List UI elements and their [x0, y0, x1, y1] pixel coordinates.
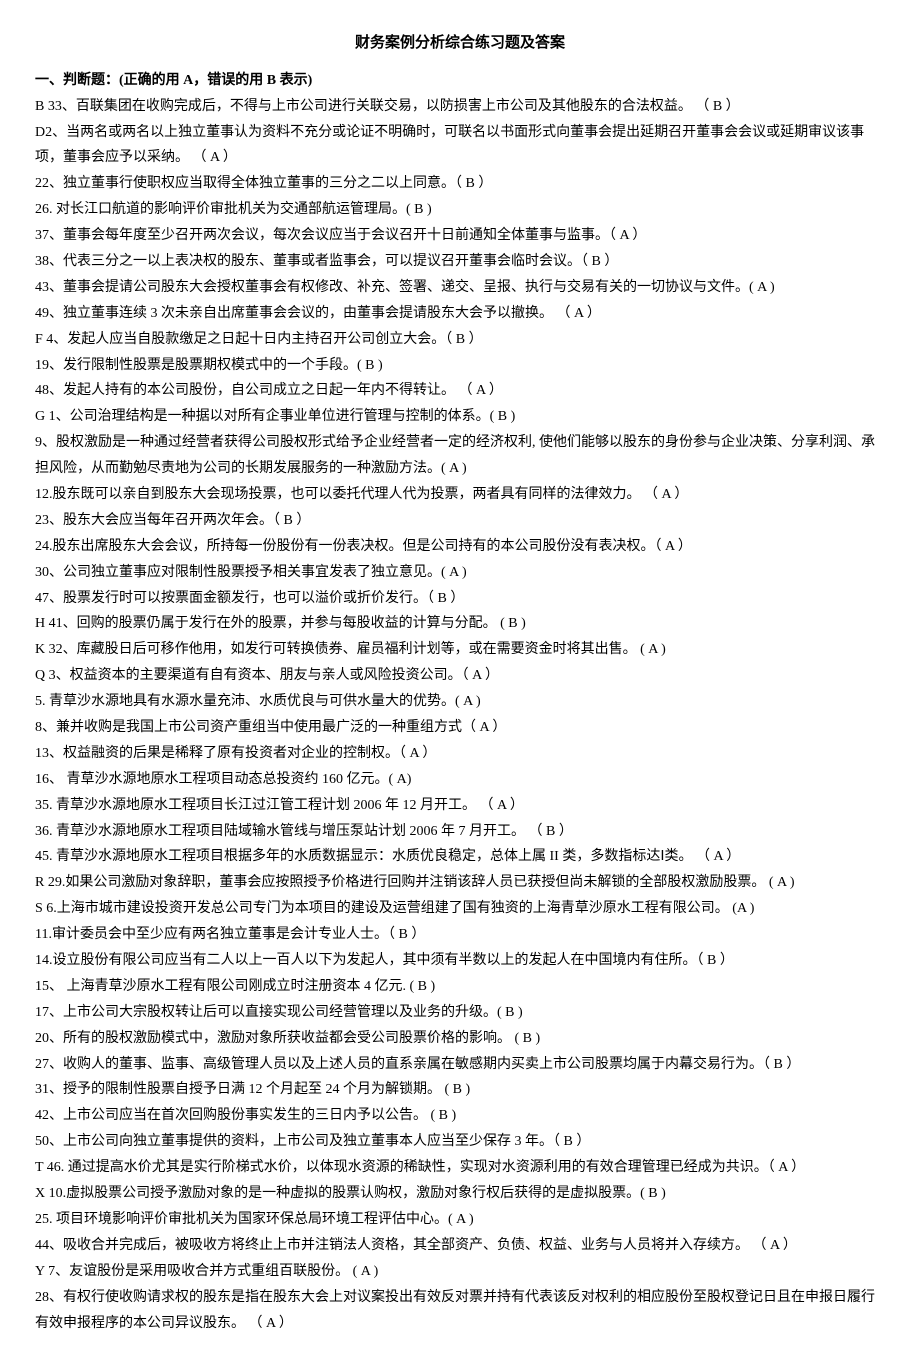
question-item: 20、所有的股权激励模式中，激励对象所获收益都会受公司股票价格的影响。 ( B …: [35, 1026, 885, 1052]
question-item: 13、权益融资的后果是稀释了原有投资者对企业的控制权。（ A ）: [35, 741, 885, 767]
question-item: Y 7、友谊股份是采用吸收合并方式重组百联股份。 ( A ): [35, 1259, 885, 1285]
question-item: 49、独立董事连续 3 次未亲自出席董事会会议的，由董事会提请股东大会予以撤换。…: [35, 301, 885, 327]
question-item: X 10.虚拟股票公司授予激励对象的是一种虚拟的股票认购权，激励对象行权后获得的…: [35, 1181, 885, 1207]
question-item: 17、上市公司大宗股权转让后可以直接实现公司经营管理以及业务的升级。( B ): [35, 1000, 885, 1026]
question-item: 44、吸收合并完成后，被吸收方将终止上市并注销法人资格，其全部资产、负债、权益、…: [35, 1233, 885, 1259]
question-item: B 33、百联集团在收购完成后，不得与上市公司进行关联交易，以防损害上市公司及其…: [35, 94, 885, 120]
question-item: G 1、公司治理结构是一种据以对所有企事业单位进行管理与控制的体系。( B ): [35, 404, 885, 430]
question-item: 30、公司独立董事应对限制性股票授予相关事宜发表了独立意见。( A ): [35, 560, 885, 586]
question-item: 48、发起人持有的本公司股份，自公司成立之日起一年内不得转让。 （ A ）: [35, 378, 885, 404]
question-item: 15、 上海青草沙原水工程有限公司刚成立时注册资本 4 亿元. ( B ): [35, 974, 885, 1000]
question-item: Q 3、权益资本的主要渠道有自有资本、朋友与亲人或风险投资公司。（ A ）: [35, 663, 885, 689]
question-item: 31、授予的限制性股票自授予日满 12 个月起至 24 个月为解锁期。 ( B …: [35, 1077, 885, 1103]
question-item: 12.股东既可以亲自到股东大会现场投票，也可以委托代理人代为投票，两者具有同样的…: [35, 482, 885, 508]
question-item: 9、股权激励是一种通过经营者获得公司股权形式给予企业经营者一定的经济权利, 使他…: [35, 430, 885, 482]
question-item: K 32、库藏股日后可移作他用，如发行可转换债券、雇员福利计划等，或在需要资金时…: [35, 637, 885, 663]
question-item: 26. 对长江口航道的影响评价审批机关为交通部航运管理局。( B ): [35, 197, 885, 223]
question-item: 28、有权行使收购请求权的股东是指在股东大会上对议案投出有效反对票并持有代表该反…: [35, 1285, 885, 1337]
questions-list: B 33、百联集团在收购完成后，不得与上市公司进行关联交易，以防损害上市公司及其…: [35, 94, 885, 1337]
question-item: D2、当两名或两名以上独立董事认为资料不充分或论证不明确时，可联名以书面形式向董…: [35, 120, 885, 172]
question-item: 11.审计委员会中至少应有两名独立董事是会计专业人士。（ B ）: [35, 922, 885, 948]
question-item: 38、代表三分之一以上表决权的股东、董事或者监事会，可以提议召开董事会临时会议。…: [35, 249, 885, 275]
question-item: 37、董事会每年度至少召开两次会议，每次会议应当于会议召开十日前通知全体董事与监…: [35, 223, 885, 249]
question-item: 22、独立董事行使职权应当取得全体独立董事的三分之二以上同意。（ B ）: [35, 171, 885, 197]
question-item: 24.股东出席股东大会会议，所持每一份股份有一份表决权。但是公司持有的本公司股份…: [35, 534, 885, 560]
question-item: R 29.如果公司激励对象辞职，董事会应按照授予价格进行回购并注销该辞人员已获授…: [35, 870, 885, 896]
question-item: 27、收购人的董事、监事、高级管理人员以及上述人员的直系亲属在敏感期内买卖上市公…: [35, 1052, 885, 1078]
question-item: 8、兼并收购是我国上市公司资产重组当中使用最广泛的一种重组方式（ A ）: [35, 715, 885, 741]
question-item: 14.设立股份有限公司应当有二人以上一百人以下为发起人，其中须有半数以上的发起人…: [35, 948, 885, 974]
question-item: 5. 青草沙水源地具有水源水量充沛、水质优良与可供水量大的优势。( A ): [35, 689, 885, 715]
question-item: 36. 青草沙水源地原水工程项目陆域输水管线与增压泵站计划 2006 年 7 月…: [35, 819, 885, 845]
question-item: 23、股东大会应当每年召开两次年会。（ B ）: [35, 508, 885, 534]
question-item: 25. 项目环境影响评价审批机关为国家环保总局环境工程评估中心。( A ): [35, 1207, 885, 1233]
question-item: T 46. 通过提高水价尤其是实行阶梯式水价，以体现水资源的稀缺性，实现对水资源…: [35, 1155, 885, 1181]
page-title: 财务案例分析综合练习题及答案: [35, 30, 885, 58]
section-header: 一、判断题：(正确的用 A，错误的用 B 表示): [35, 68, 885, 94]
question-item: 45. 青草沙水源地原水工程项目根据多年的水质数据显示：水质优良稳定，总体上属 …: [35, 844, 885, 870]
question-item: H 41、回购的股票仍属于发行在外的股票，并参与每股收益的计算与分配。 ( B …: [35, 611, 885, 637]
question-item: 43、董事会提请公司股东大会授权董事会有权修改、补充、签署、递交、呈报、执行与交…: [35, 275, 885, 301]
question-item: 16、 青草沙水源地原水工程项目动态总投资约 160 亿元。( A): [35, 767, 885, 793]
question-item: 35. 青草沙水源地原水工程项目长江过江管工程计划 2006 年 12 月开工。…: [35, 793, 885, 819]
question-item: 19、发行限制性股票是股票期权模式中的一个手段。( B ): [35, 353, 885, 379]
question-item: 42、上市公司应当在首次回购股份事实发生的三日内予以公告。 ( B ): [35, 1103, 885, 1129]
question-item: 47、股票发行时可以按票面金额发行，也可以溢价或折价发行。（ B ）: [35, 586, 885, 612]
question-item: S 6.上海市城市建设投资开发总公司专门为本项目的建设及运营组建了国有独资的上海…: [35, 896, 885, 922]
question-item: 50、上市公司向独立董事提供的资料，上市公司及独立董事本人应当至少保存 3 年。…: [35, 1129, 885, 1155]
question-item: F 4、发起人应当自股款缴足之日起十日内主持召开公司创立大会。（ B ）: [35, 327, 885, 353]
